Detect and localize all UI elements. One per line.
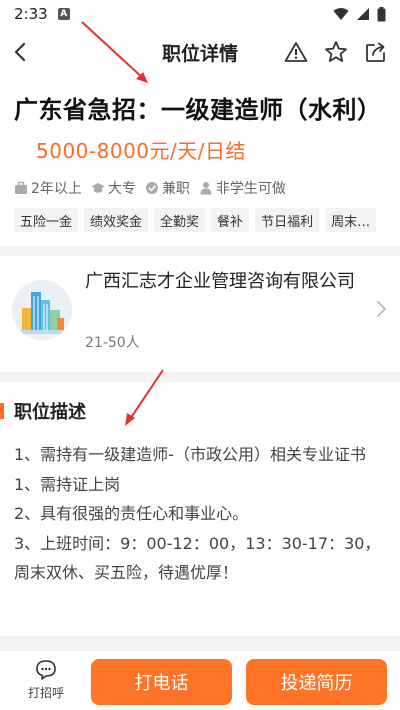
back-button[interactable] bbox=[6, 38, 34, 66]
warning-icon bbox=[284, 42, 308, 62]
chat-bubble-icon bbox=[36, 660, 56, 680]
part-time-icon bbox=[145, 182, 158, 194]
call-button[interactable]: 打电话 bbox=[91, 659, 232, 705]
favorite-button[interactable] bbox=[318, 36, 354, 68]
chevron-right-icon bbox=[377, 301, 386, 317]
company-name: 广西汇志才企业管理咨询有限公司 bbox=[85, 271, 355, 292]
company-logo bbox=[12, 280, 72, 340]
description-line: 1、需持证上岗 bbox=[14, 474, 121, 494]
company-size: 21-50人 bbox=[85, 335, 140, 351]
briefcase-icon bbox=[15, 181, 27, 194]
description-line: 2、具有很强的责任心和事业心。 bbox=[14, 504, 249, 523]
greet-button[interactable]: 打招呼 bbox=[18, 659, 74, 707]
status-bar: 2:33 A bbox=[0, 0, 400, 28]
nav-bar: 职位详情 bbox=[0, 30, 400, 74]
bottom-action-bar: 打招呼 打电话 投递简历 bbox=[0, 650, 400, 710]
star-icon bbox=[325, 41, 347, 62]
requirement-item: 大专 bbox=[91, 178, 136, 198]
welfare-tag: 餐补 bbox=[211, 208, 250, 232]
share-button[interactable] bbox=[358, 36, 394, 68]
welfare-tag: 绩效奖金 bbox=[84, 208, 149, 232]
section-divider bbox=[0, 636, 400, 650]
requirement-item: 非学生可做 bbox=[199, 178, 286, 198]
notification-icon: A bbox=[57, 8, 70, 20]
chevron-left-icon bbox=[14, 42, 26, 62]
welfare-tag: 周末… bbox=[325, 208, 377, 232]
wifi-icon bbox=[333, 8, 349, 20]
status-icons bbox=[333, 6, 386, 22]
nav-actions bbox=[278, 36, 394, 68]
person-icon bbox=[200, 182, 212, 195]
requirement-item: 2年以上 bbox=[14, 178, 82, 198]
company-card[interactable]: 广西汇志才企业管理咨询有限公司 21-50人 bbox=[0, 258, 400, 368]
welfare-tag: 五险一金 bbox=[14, 208, 79, 232]
signal-icon bbox=[357, 8, 369, 20]
requirement-label: 大专 bbox=[107, 181, 136, 197]
welfare-tag: 全勤奖 bbox=[154, 208, 206, 232]
job-title: 广东省急招：一级建造师（水利） bbox=[14, 96, 382, 124]
job-salary: 5000-8000元/天/日结 bbox=[36, 139, 246, 163]
welfare-tag: 节日福利 bbox=[255, 208, 320, 232]
apply-resume-button[interactable]: 投递简历 bbox=[246, 659, 387, 705]
section-accent-bar bbox=[0, 403, 4, 419]
job-title-block: 广东省急招：一级建造师（水利） 5000-8000元/天/日结 bbox=[14, 90, 394, 171]
requirement-label: 非学生可做 bbox=[215, 181, 286, 197]
greet-label: 打招呼 bbox=[27, 686, 64, 700]
description-line: 1、需持有一级建造师-（市政公用）相关专业证书 bbox=[14, 445, 366, 464]
description-line: 3、上班时间：9：00-12：00，13：30-17：30，周末双休、买五险，待… bbox=[14, 533, 381, 583]
requirement-item: 兼职 bbox=[145, 178, 190, 198]
buildings-icon bbox=[12, 280, 72, 340]
report-button[interactable] bbox=[278, 36, 314, 68]
description-body: 1、需持有一级建造师-（市政公用）相关专业证书 1、需持证上岗 2、具有很强的责… bbox=[14, 440, 386, 588]
requirements-row: 2年以上 大专 兼职 非学生可做 bbox=[14, 178, 292, 198]
status-time: 2:33 bbox=[14, 5, 48, 23]
description-title: 职位描述 bbox=[14, 402, 86, 423]
section-divider bbox=[0, 372, 400, 382]
graduation-cap-icon bbox=[91, 183, 105, 193]
requirement-label: 兼职 bbox=[161, 181, 190, 197]
description-header: 职位描述 bbox=[0, 398, 400, 424]
battery-icon bbox=[377, 6, 386, 21]
section-divider bbox=[0, 246, 400, 256]
welfare-tags: 五险一金 绩效奖金 全勤奖 餐补 节日福利 周末… bbox=[14, 208, 386, 232]
share-icon bbox=[366, 42, 385, 62]
requirement-label: 2年以上 bbox=[31, 181, 82, 197]
status-left: 2:33 A bbox=[14, 5, 70, 23]
